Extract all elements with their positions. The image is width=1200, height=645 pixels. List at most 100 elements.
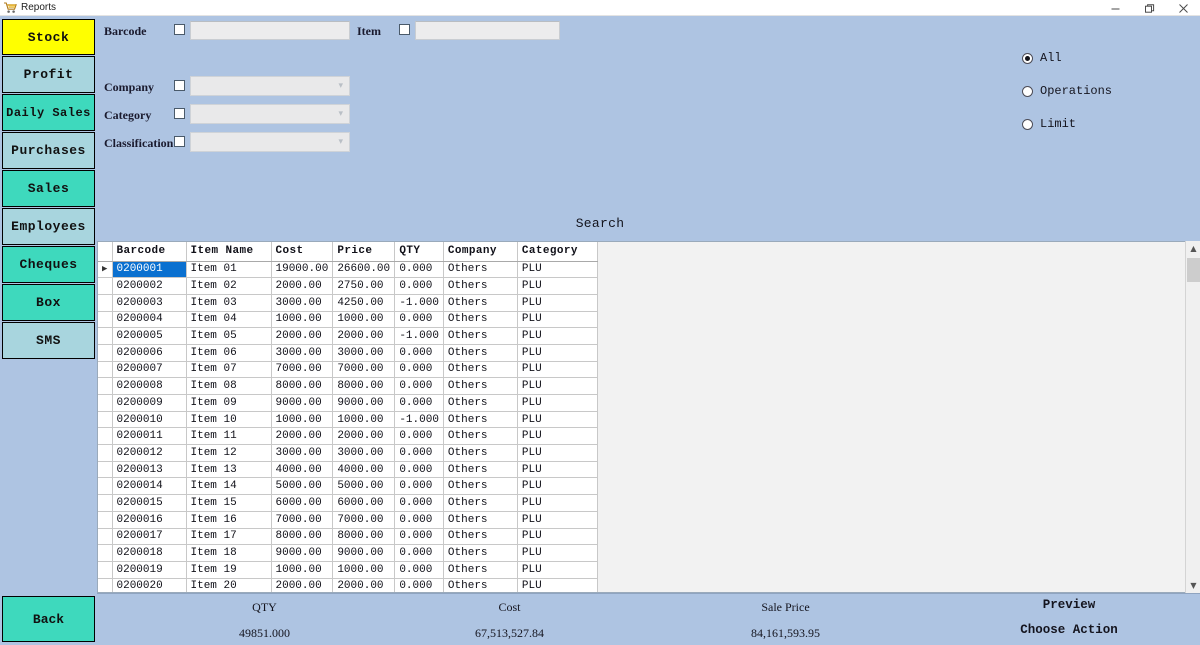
table-cell[interactable]: Item 13 [186, 461, 271, 478]
table-cell[interactable]: 0.000 [395, 495, 444, 512]
table-cell[interactable]: 0200003 [112, 294, 186, 311]
table-cell[interactable]: 9000.00 [271, 395, 333, 412]
table-cell[interactable]: 8000.00 [333, 528, 395, 545]
table-cell[interactable]: -1.000 [395, 328, 444, 345]
table-cell[interactable]: Item 07 [186, 361, 271, 378]
row-indicator[interactable] [98, 344, 112, 361]
table-cell[interactable]: 1000.00 [333, 561, 395, 578]
table-cell[interactable]: Others [443, 411, 517, 428]
table-cell[interactable]: Others [443, 561, 517, 578]
table-cell[interactable]: Item 19 [186, 561, 271, 578]
table-cell[interactable]: 0200012 [112, 445, 186, 462]
table-cell[interactable]: 0200005 [112, 328, 186, 345]
table-cell[interactable]: -1.000 [395, 294, 444, 311]
sidebar-item-stock[interactable]: Stock [2, 19, 95, 55]
table-cell[interactable]: Others [443, 294, 517, 311]
item-input[interactable] [415, 21, 560, 40]
table-cell[interactable]: PLU [517, 478, 597, 495]
scroll-down-icon[interactable]: ▼ [1186, 578, 1200, 593]
row-indicator[interactable] [98, 511, 112, 528]
table-cell[interactable]: 6000.00 [333, 495, 395, 512]
choose-action-button[interactable]: Choose Action [969, 623, 1169, 637]
table-cell[interactable]: 7000.00 [271, 361, 333, 378]
restore-button[interactable] [1132, 0, 1166, 16]
table-cell[interactable]: 0.000 [395, 445, 444, 462]
table-cell[interactable]: PLU [517, 561, 597, 578]
table-cell[interactable]: 0.000 [395, 344, 444, 361]
classification-dropdown[interactable]: ▾ [190, 132, 350, 152]
row-indicator[interactable] [98, 428, 112, 445]
table-cell[interactable]: Item 06 [186, 344, 271, 361]
table-cell[interactable]: Item 03 [186, 294, 271, 311]
table-cell[interactable]: 3000.00 [271, 294, 333, 311]
table-cell[interactable]: 0.000 [395, 528, 444, 545]
table-cell[interactable]: 9000.00 [333, 395, 395, 412]
table-cell[interactable]: 0.000 [395, 578, 444, 593]
item-checkbox[interactable] [399, 24, 410, 35]
table-cell[interactable]: 0200006 [112, 344, 186, 361]
table-cell[interactable]: 0200018 [112, 545, 186, 562]
table-cell[interactable]: Others [443, 545, 517, 562]
row-indicator[interactable] [98, 561, 112, 578]
table-cell[interactable]: PLU [517, 294, 597, 311]
table-cell[interactable]: 0200013 [112, 461, 186, 478]
table-cell[interactable]: 3000.00 [333, 445, 395, 462]
table-cell[interactable]: PLU [517, 411, 597, 428]
table-cell[interactable]: 0.000 [395, 511, 444, 528]
table-cell[interactable]: 3000.00 [333, 344, 395, 361]
table-cell[interactable]: PLU [517, 361, 597, 378]
scrollbar-thumb[interactable] [1187, 258, 1200, 282]
table-cell[interactable]: 4000.00 [333, 461, 395, 478]
table-cell[interactable]: 5000.00 [333, 478, 395, 495]
table-row[interactable]: 0200016Item 167000.007000.000.000OthersP… [98, 511, 597, 528]
column-header-cost[interactable]: Cost [271, 242, 333, 261]
barcode-checkbox[interactable] [174, 24, 185, 35]
table-cell[interactable]: Item 05 [186, 328, 271, 345]
table-cell[interactable]: 2000.00 [271, 278, 333, 295]
table-cell[interactable]: 3000.00 [271, 445, 333, 462]
sidebar-item-purchases[interactable]: Purchases [2, 132, 95, 169]
table-cell[interactable]: 0200014 [112, 478, 186, 495]
sidebar-item-sales[interactable]: Sales [2, 170, 95, 207]
table-cell[interactable]: 0200019 [112, 561, 186, 578]
table-cell[interactable]: 9000.00 [271, 545, 333, 562]
table-row[interactable]: 0200007Item 077000.007000.000.000OthersP… [98, 361, 597, 378]
table-cell[interactable]: 0200004 [112, 311, 186, 328]
table-cell[interactable]: 0200020 [112, 578, 186, 593]
table-cell[interactable]: 1000.00 [271, 311, 333, 328]
row-indicator[interactable] [98, 411, 112, 428]
table-cell[interactable]: Item 01 [186, 261, 271, 278]
table-cell[interactable]: Item 14 [186, 478, 271, 495]
sidebar-item-sms[interactable]: SMS [2, 322, 95, 359]
table-cell[interactable]: 0.000 [395, 395, 444, 412]
table-cell[interactable]: 0.000 [395, 561, 444, 578]
table-cell[interactable]: PLU [517, 344, 597, 361]
table-cell[interactable]: PLU [517, 261, 597, 278]
table-row[interactable]: 0200008Item 088000.008000.000.000OthersP… [98, 378, 597, 395]
table-cell[interactable]: PLU [517, 528, 597, 545]
table-cell[interactable]: 0.000 [395, 311, 444, 328]
table-cell[interactable]: Item 18 [186, 545, 271, 562]
row-indicator[interactable] [98, 328, 112, 345]
category-checkbox[interactable] [174, 108, 185, 119]
column-header-category[interactable]: Category [517, 242, 597, 261]
table-row[interactable]: 0200004Item 041000.001000.000.000OthersP… [98, 311, 597, 328]
table-cell[interactable]: 0.000 [395, 378, 444, 395]
search-button[interactable]: Search [0, 216, 1200, 231]
table-cell[interactable]: 7000.00 [333, 361, 395, 378]
row-indicator[interactable] [98, 361, 112, 378]
table-cell[interactable]: Item 17 [186, 528, 271, 545]
table-row[interactable]: 0200002Item 022000.002750.000.000OthersP… [98, 278, 597, 295]
table-cell[interactable]: 8000.00 [271, 528, 333, 545]
table-row[interactable]: 0200014Item 145000.005000.000.000OthersP… [98, 478, 597, 495]
table-cell[interactable]: Others [443, 361, 517, 378]
preview-button[interactable]: Preview [969, 598, 1169, 612]
table-cell[interactable]: 26600.00 [333, 261, 395, 278]
table-cell[interactable]: 0200007 [112, 361, 186, 378]
table-cell[interactable]: Item 16 [186, 511, 271, 528]
table-cell[interactable]: 0200008 [112, 378, 186, 395]
table-cell[interactable]: 1000.00 [271, 411, 333, 428]
radio-all[interactable]: All [1022, 51, 1062, 65]
table-cell[interactable]: 0.000 [395, 428, 444, 445]
table-row[interactable]: 0200019Item 191000.001000.000.000OthersP… [98, 561, 597, 578]
